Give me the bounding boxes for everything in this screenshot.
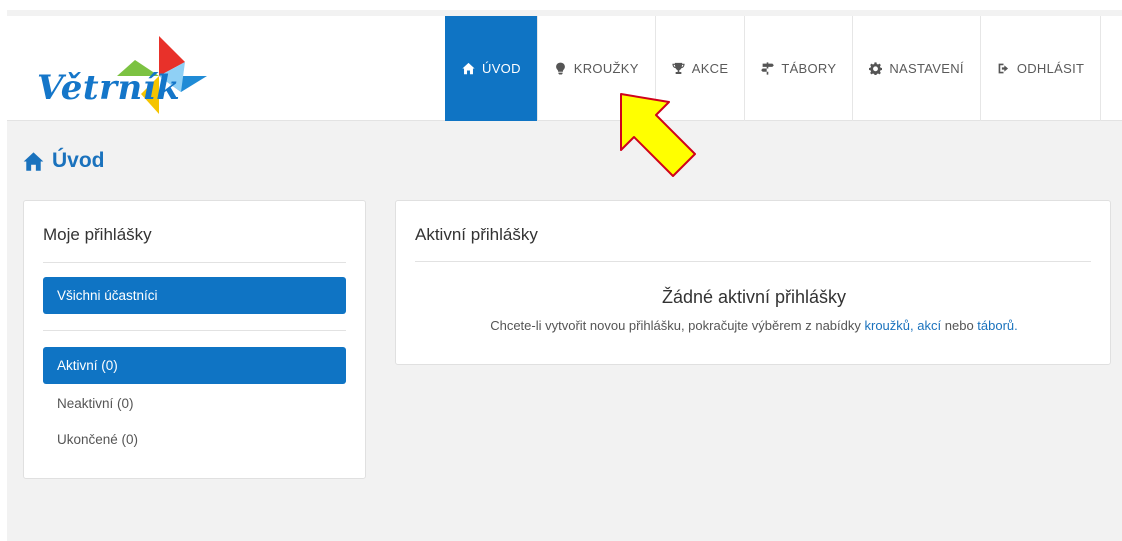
period: .	[1014, 318, 1018, 333]
divider	[43, 262, 346, 263]
filter-ended[interactable]: Ukončené (0)	[57, 432, 138, 447]
filter-active[interactable]: Aktivní (0)	[43, 347, 346, 384]
annotation-arrow-icon	[620, 93, 696, 177]
vetrnik-logo[interactable]: Větrník	[21, 28, 211, 118]
home-icon	[23, 151, 44, 171]
clubs-link[interactable]: kroužků	[865, 318, 911, 333]
empty-state-title: Žádné aktivní přihlášky	[661, 287, 847, 307]
filter-inactive[interactable]: Neaktivní (0)	[57, 396, 134, 411]
logo-text: Větrník	[37, 68, 181, 108]
divider	[43, 330, 346, 331]
nav-akce-label: AKCE	[691, 61, 729, 76]
or-word: nebo	[944, 318, 974, 333]
trophy-icon	[672, 62, 685, 75]
active-applications-panel: Aktivní přihlášky Žádné aktivní přihlášk…	[395, 200, 1111, 365]
nav-odhlasit[interactable]: ODHLÁSIT	[979, 16, 1102, 121]
all-participants-button[interactable]: Všichni účastníci	[43, 277, 346, 314]
nav-uvod-label: ÚVOD	[482, 61, 521, 76]
home-icon	[462, 62, 475, 75]
comma-separator: ,	[910, 318, 914, 333]
page-title-text: Úvod	[52, 149, 105, 172]
logout-icon	[997, 62, 1010, 75]
nav-tabory-label: TÁBORY	[781, 61, 837, 76]
top-bar: Větrník ÚVOD KROUŽKY AKCE TÁBORY NASTAVE…	[7, 10, 1122, 121]
nav-tabory[interactable]: TÁBORY	[744, 16, 852, 121]
nav-odhlasit-label: ODHLÁSIT	[1016, 61, 1085, 76]
empty-state-message: Chcete-li vytvořit novou přihlášku, pokr…	[396, 318, 1112, 333]
empty-message-text: Chcete-li vytvořit novou přihlášku, pokr…	[490, 318, 861, 333]
gear-icon	[869, 62, 883, 75]
nav-krouzky-label: KROUŽKY	[573, 61, 639, 76]
events-link[interactable]: akcí	[917, 318, 941, 333]
divider	[415, 261, 1091, 262]
camps-link[interactable]: táborů	[977, 318, 1014, 333]
nav-uvod[interactable]: ÚVOD	[445, 16, 537, 121]
signpost-icon	[761, 62, 775, 75]
panel-title: Moje přihlášky	[43, 225, 152, 244]
lightbulb-icon	[554, 62, 567, 75]
my-applications-panel: Moje přihlášky Všichni účastníci Aktivní…	[23, 200, 366, 479]
nav-nastaveni-label: NASTAVENÍ	[889, 61, 964, 76]
main-nav: ÚVOD KROUŽKY AKCE TÁBORY NASTAVENÍ ODHLÁ…	[445, 16, 1102, 121]
nav-nastaveni[interactable]: NASTAVENÍ	[852, 16, 979, 121]
app-frame: Větrník ÚVOD KROUŽKY AKCE TÁBORY NASTAVE…	[7, 10, 1122, 541]
page-title: Úvod	[23, 149, 105, 173]
panel-title: Aktivní přihlášky	[415, 225, 538, 244]
